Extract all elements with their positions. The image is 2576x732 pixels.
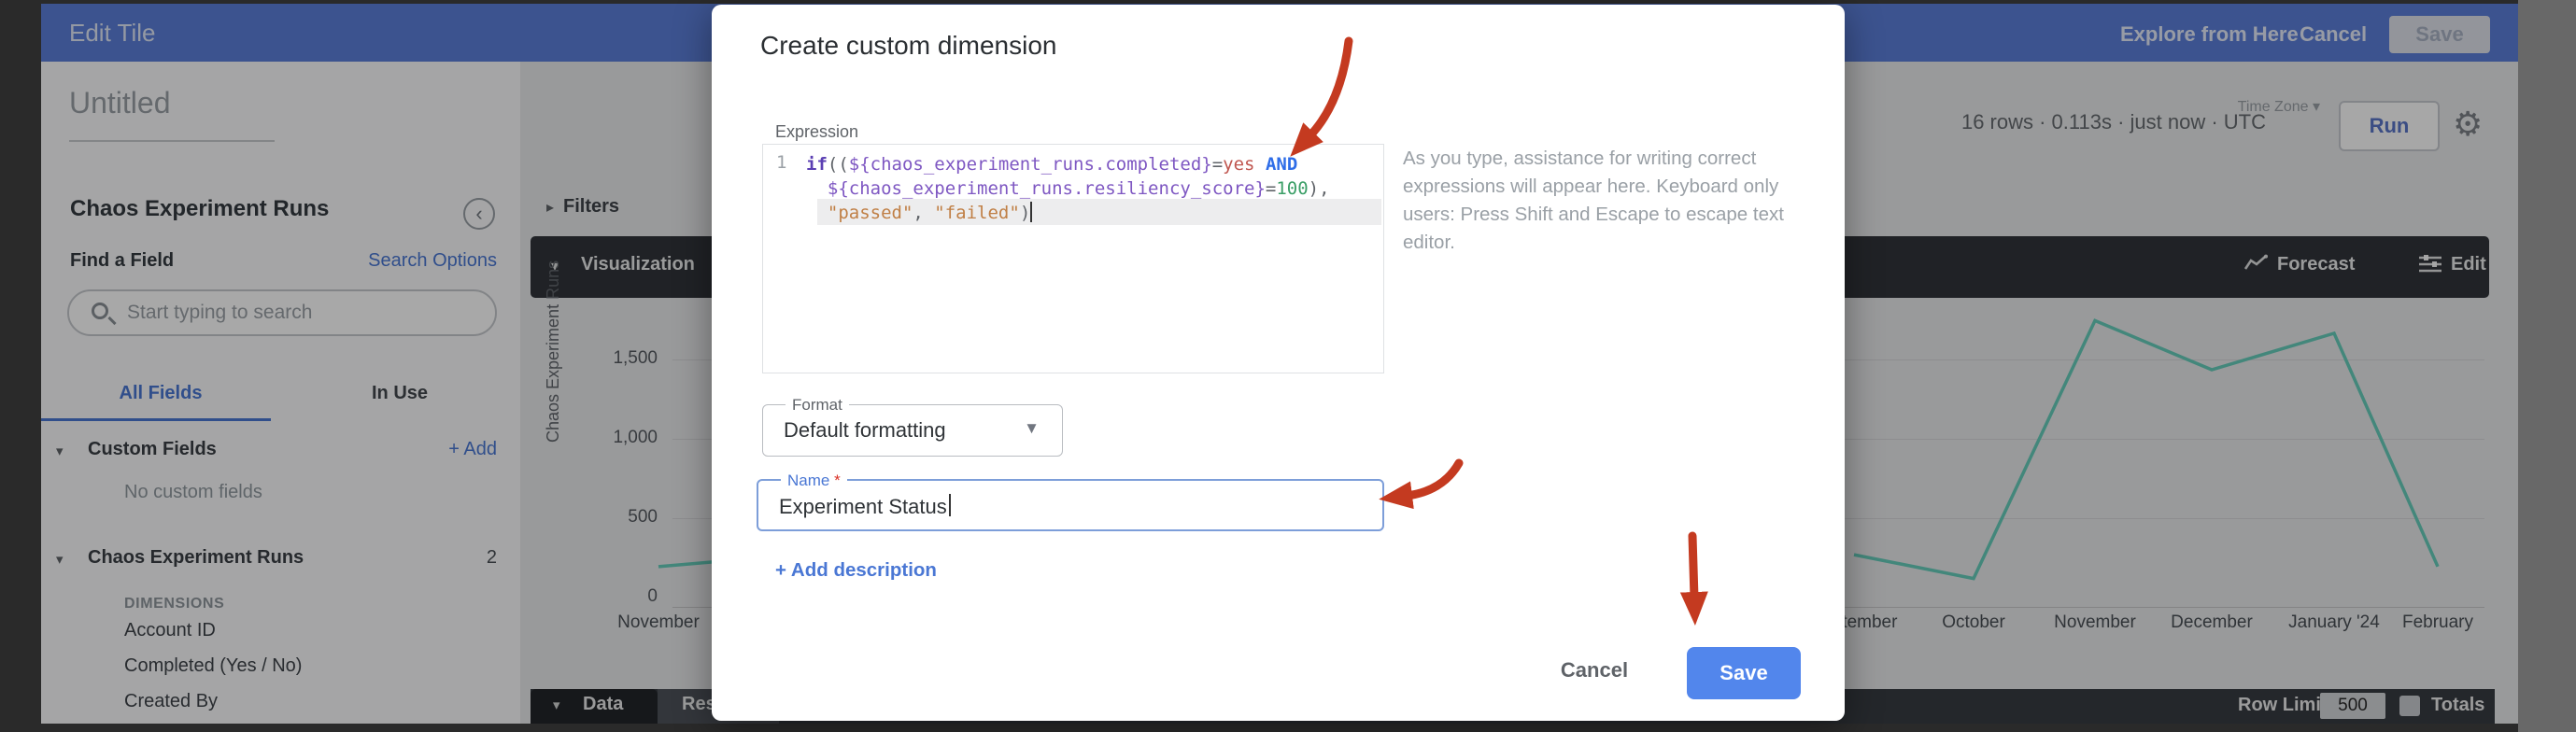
name-input[interactable]: Name * Experiment Status	[757, 479, 1384, 531]
line-number: 1	[776, 152, 786, 173]
create-custom-dimension-modal: Create custom dimension Expression 1 if(…	[712, 5, 1845, 721]
code-line: "passed", "failed")	[806, 201, 1330, 225]
code-line: if((${chaos_experiment_runs.completed}=y…	[806, 152, 1330, 176]
name-label: Name *	[781, 472, 847, 490]
expression-assist-text: As you type, assistance for writing corr…	[1403, 145, 1819, 257]
text-cursor	[949, 494, 951, 516]
desktop-background	[2518, 0, 2576, 732]
format-label: Format	[786, 396, 849, 415]
text-cursor	[1030, 202, 1032, 222]
modal-save-button[interactable]: Save	[1687, 647, 1801, 699]
add-description-link[interactable]: + Add description	[775, 559, 937, 582]
chevron-down-icon: ▼	[1024, 419, 1040, 438]
name-value: Experiment Status	[779, 494, 951, 519]
expression-label: Expression	[775, 122, 858, 142]
expression-code: if((${chaos_experiment_runs.completed}=y…	[806, 152, 1330, 225]
expression-code-editor[interactable]: 1 if((${chaos_experiment_runs.completed}…	[762, 144, 1384, 373]
required-asterisk: *	[834, 472, 841, 489]
format-select[interactable]: Format Default formatting ▼	[762, 404, 1063, 457]
format-value: Default formatting	[784, 418, 946, 443]
code-line: ${chaos_experiment_runs.resiliency_score…	[806, 176, 1330, 201]
modal-title: Create custom dimension	[760, 31, 1056, 61]
modal-cancel-button[interactable]: Cancel	[1552, 658, 1636, 683]
